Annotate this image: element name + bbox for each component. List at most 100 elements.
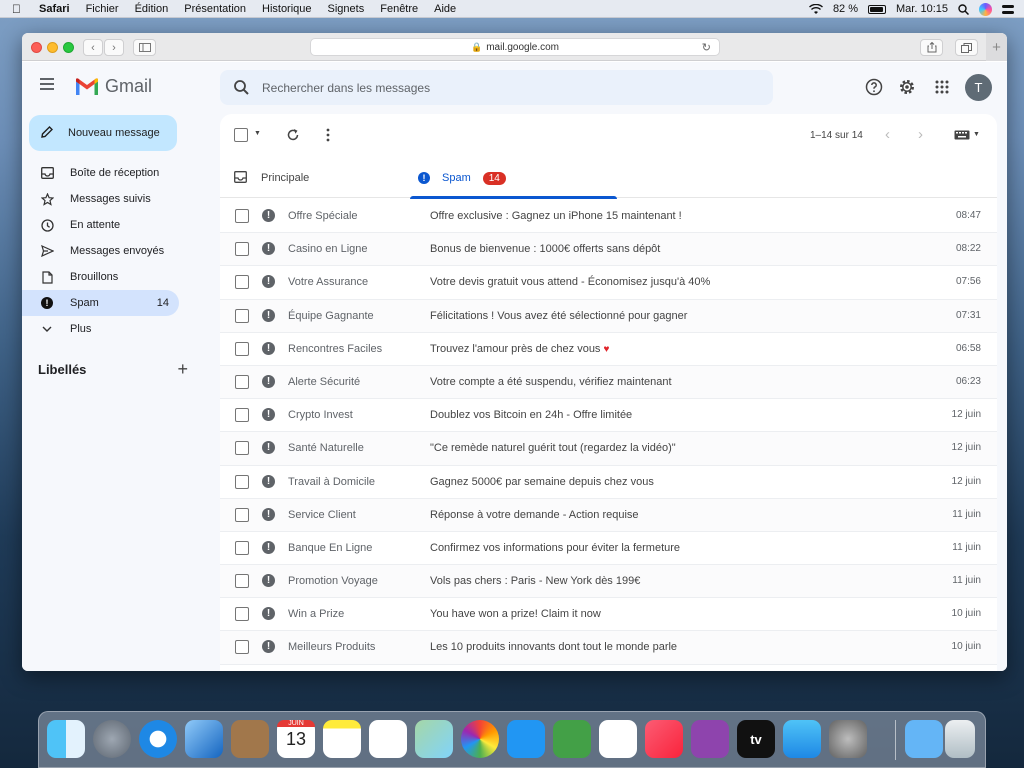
sidebar-item-spam[interactable]: ! Spam 14 xyxy=(22,290,179,316)
account-avatar[interactable]: T xyxy=(965,74,992,101)
email-row[interactable]: ! Travail à Domicile Gagnez 5000€ par sema… xyxy=(220,465,997,499)
sidebar-item-more[interactable]: Plus xyxy=(22,316,179,342)
control-center-icon[interactable] xyxy=(1002,4,1014,15)
row-checkbox[interactable] xyxy=(235,474,249,489)
sidebar-toggle-button[interactable] xyxy=(133,39,156,56)
row-checkbox[interactable] xyxy=(235,507,249,522)
row-checkbox[interactable] xyxy=(235,341,249,356)
podcasts-icon[interactable] xyxy=(691,720,729,758)
email-row[interactable]: ! Casino en Ligne Bonus de bienvenue : 100… xyxy=(220,233,997,267)
more-vert-icon[interactable] xyxy=(326,128,330,142)
menu-edition[interactable]: Édition xyxy=(135,3,169,15)
spotlight-icon[interactable] xyxy=(958,3,969,15)
forward-button[interactable]: › xyxy=(104,39,124,56)
email-row[interactable]: ! Meilleurs Produits Les 10 produits innov… xyxy=(220,631,997,665)
tab-principale[interactable]: Principale xyxy=(234,158,309,198)
tab-overview-button[interactable] xyxy=(955,39,978,56)
new-tab-button[interactable]: + xyxy=(986,33,1007,61)
main-menu-icon[interactable] xyxy=(40,78,54,93)
wifi-icon[interactable] xyxy=(808,3,823,15)
refresh-icon[interactable] xyxy=(286,128,300,142)
sidebar-item-snoozed[interactable]: En attente xyxy=(22,212,179,238)
row-checkbox[interactable] xyxy=(235,308,249,323)
share-button[interactable] xyxy=(920,39,943,56)
next-page-icon[interactable]: › xyxy=(918,126,923,143)
settings-gear-icon[interactable] xyxy=(896,76,918,98)
row-checkbox[interactable] xyxy=(235,640,249,655)
email-row[interactable]: ! Votre Assurance Votre devis gratuit vous… xyxy=(220,266,997,300)
minimize-window-button[interactable] xyxy=(47,42,58,53)
email-row[interactable]: ! Offre Spéciale Offre exclusive : Gagnez … xyxy=(220,200,997,234)
email-row[interactable]: ! Alerte Sécurité Votre compte a été suspe… xyxy=(220,365,997,400)
row-checkbox[interactable] xyxy=(235,441,249,456)
row-checkbox[interactable] xyxy=(235,607,249,622)
email-row[interactable]: ! Crypto Invest Doublez vos Bitcoin en 24h… xyxy=(220,399,997,433)
sidebar-item-inbox[interactable]: Boîte de réception xyxy=(22,160,179,186)
address-bar[interactable]: 🔒 mail.google.com ↻ xyxy=(310,38,720,56)
numbers-icon[interactable] xyxy=(599,720,637,758)
row-checkbox[interactable] xyxy=(235,275,249,290)
downloads-folder-icon[interactable] xyxy=(905,720,943,758)
tab-spam[interactable]: ! Spam 14 xyxy=(410,158,617,199)
close-window-button[interactable] xyxy=(31,42,42,53)
calendar-icon[interactable]: JUIN 13 xyxy=(277,720,315,758)
battery-icon[interactable] xyxy=(868,4,887,14)
zoom-window-button[interactable] xyxy=(63,42,74,53)
music-icon[interactable] xyxy=(645,720,683,758)
row-checkbox[interactable] xyxy=(235,540,249,555)
row-checkbox[interactable] xyxy=(235,374,249,389)
mail-icon[interactable] xyxy=(185,720,223,758)
input-tools-dropdown-icon[interactable]: ▼ xyxy=(973,131,980,138)
select-dropdown-icon[interactable]: ▼ xyxy=(254,130,261,137)
menu-aide[interactable]: Aide xyxy=(434,3,456,15)
compose-button[interactable]: Nouveau message xyxy=(29,115,177,151)
sidebar-item-sent[interactable]: Messages envoyés xyxy=(22,238,179,264)
menu-historique[interactable]: Historique xyxy=(262,3,312,15)
reminders-icon[interactable] xyxy=(369,720,407,758)
row-checkbox[interactable] xyxy=(235,408,249,423)
launchpad-icon[interactable] xyxy=(93,720,131,758)
system-preferences-icon[interactable] xyxy=(829,720,867,758)
photos-icon[interactable] xyxy=(461,720,499,758)
email-row[interactable]: ! Win a Prize You have won a prize! Claim … xyxy=(220,598,997,632)
email-row[interactable]: ! Service Client Réponse à votre demande -… xyxy=(220,498,997,532)
keyboard-icon[interactable] xyxy=(954,130,970,140)
safari-icon[interactable] xyxy=(139,720,177,758)
menu-signets[interactable]: Signets xyxy=(328,3,365,15)
menubar-clock[interactable]: Mar. 10:15 xyxy=(896,3,948,15)
contacts-icon[interactable] xyxy=(231,720,269,758)
notes-icon[interactable] xyxy=(323,720,361,758)
reload-icon[interactable]: ↻ xyxy=(702,41,711,54)
messages-icon[interactable] xyxy=(507,720,545,758)
email-row[interactable]: ! Rencontres Faciles Trouvez l'amour près … xyxy=(220,332,997,366)
finder-icon[interactable] xyxy=(47,720,85,758)
row-checkbox[interactable] xyxy=(235,242,249,257)
sidebar-item-starred[interactable]: Messages suivis xyxy=(22,186,179,212)
siri-icon[interactable] xyxy=(979,2,992,16)
maps-icon[interactable] xyxy=(415,720,453,758)
back-button[interactable]: ‹ xyxy=(83,39,103,56)
search-icon[interactable] xyxy=(232,78,252,98)
add-label-icon[interactable]: + xyxy=(177,359,188,380)
trash-icon[interactable] xyxy=(945,720,975,758)
select-all-checkbox[interactable] xyxy=(234,128,248,142)
email-row[interactable]: ! Santé Naturelle "Ce remède naturel guéri… xyxy=(220,432,997,466)
search-bar[interactable] xyxy=(220,70,773,105)
apple-menu-icon[interactable]:  xyxy=(12,2,21,16)
email-row[interactable]: ! Équipe Gagnante Félicitations ! Vous ave… xyxy=(220,299,997,333)
facetime-icon[interactable] xyxy=(553,720,591,758)
search-input[interactable] xyxy=(262,80,742,95)
gmail-logo[interactable]: Gmail xyxy=(75,76,152,97)
apple-tv-icon[interactable]: tv xyxy=(737,720,775,758)
menu-app-name[interactable]: Safari xyxy=(39,3,70,15)
email-row[interactable]: ! Banque En Ligne Confirmez vos informatio… xyxy=(220,531,997,566)
row-checkbox[interactable] xyxy=(235,209,249,223)
menu-fichier[interactable]: Fichier xyxy=(86,3,119,15)
email-row[interactable]: ! Promotion Voyage Vols pas chers : Paris … xyxy=(220,565,997,599)
row-checkbox[interactable] xyxy=(235,574,249,589)
menu-fenetre[interactable]: Fenêtre xyxy=(380,3,418,15)
help-icon[interactable] xyxy=(863,76,885,98)
prev-page-icon[interactable]: ‹ xyxy=(885,126,890,143)
menu-presentation[interactable]: Présentation xyxy=(184,3,246,15)
apps-grid-icon[interactable] xyxy=(931,76,953,98)
